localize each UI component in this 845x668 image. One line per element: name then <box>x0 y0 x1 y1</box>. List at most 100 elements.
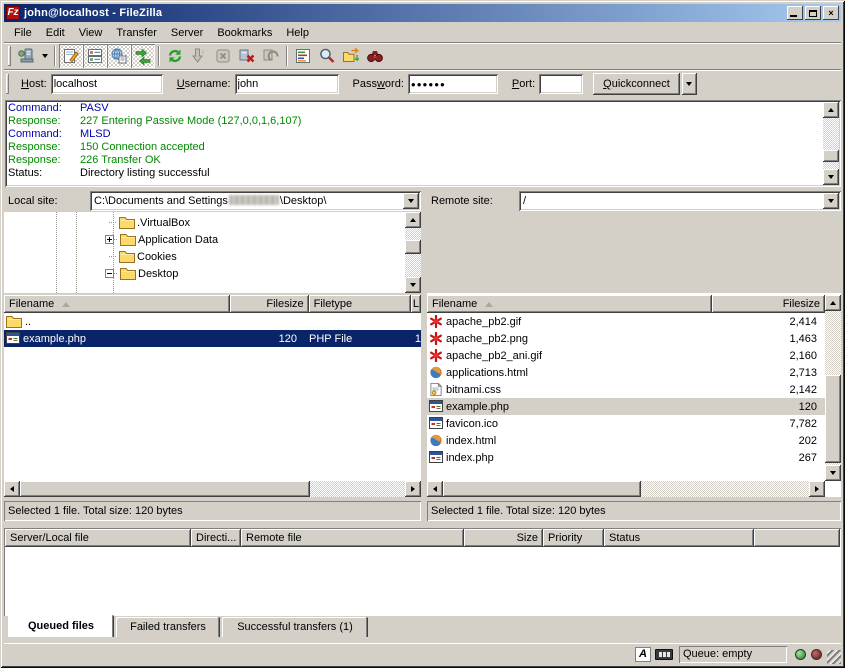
column-header-filename[interactable]: Filename <box>427 295 712 313</box>
quickconnect-dropdown-button[interactable] <box>682 73 697 95</box>
menu-help[interactable]: Help <box>279 25 316 41</box>
scroll-right-button[interactable] <box>405 481 421 497</box>
tree-item-cookies[interactable]: Cookies <box>109 248 177 265</box>
remote-site-combo[interactable]: / <box>519 191 841 211</box>
disconnect-button[interactable] <box>235 44 259 68</box>
queue-column-size[interactable]: Size <box>464 529 543 547</box>
refresh-button[interactable] <box>163 44 187 68</box>
file-row[interactable]: favicon.ico7,782 <box>427 415 825 432</box>
scroll-right-button[interactable] <box>809 481 825 497</box>
tab-failed-transfers[interactable]: Failed transfers <box>116 617 220 637</box>
queue-column-server-local[interactable]: Server/Local file <box>5 529 191 547</box>
file-row-example-php[interactable]: example.php120 <box>427 398 825 415</box>
tree-item-application-data[interactable]: Application Data <box>105 231 218 248</box>
resize-grip[interactable] <box>827 650 841 664</box>
maximize-button[interactable] <box>805 6 821 20</box>
file-row-parent-dir[interactable]: .. <box>4 313 421 330</box>
tree-item-virtualbox[interactable]: .VirtualBox <box>109 214 190 231</box>
queue-column-remote-file[interactable]: Remote file <box>241 529 464 547</box>
close-button[interactable]: × <box>823 6 839 20</box>
quickconnect-grip[interactable] <box>6 74 9 94</box>
column-header-lastmodified[interactable]: L <box>411 295 421 313</box>
synchronized-browsing-button[interactable] <box>339 44 363 68</box>
toolbar-grip[interactable] <box>8 46 11 66</box>
column-header-filesize[interactable]: Filesize <box>230 295 308 313</box>
directory-listing-filters-button[interactable] <box>291 44 315 68</box>
local-site-dropdown-button[interactable] <box>403 193 419 209</box>
local-path: C:\Documents and Settings\Desktop\ <box>94 195 326 207</box>
toggle-message-log-button[interactable] <box>59 44 83 68</box>
scrollbar-thumb[interactable] <box>823 150 839 162</box>
scroll-left-button[interactable] <box>4 481 20 497</box>
site-manager-button[interactable] <box>14 44 38 68</box>
title-bar[interactable]: Fz john@localhost - FileZilla × <box>4 4 841 22</box>
find-button[interactable] <box>363 44 387 68</box>
encryption-indicator-icon[interactable] <box>655 649 673 660</box>
queue-column-direction[interactable]: Directi... <box>191 529 241 547</box>
toolbar-separator <box>286 46 288 66</box>
binoculars-icon <box>366 47 384 65</box>
reconnect-button[interactable] <box>259 44 283 68</box>
process-queue-button[interactable] <box>187 44 211 68</box>
tree-item-desktop[interactable]: Desktop <box>105 265 178 282</box>
file-row[interactable]: apache_pb2.png1,463 <box>427 330 825 347</box>
scrollbar-thumb[interactable] <box>20 481 310 497</box>
tab-successful-transfers[interactable]: Successful transfers (1) <box>222 617 368 637</box>
menu-transfer[interactable]: Transfer <box>109 25 164 41</box>
file-search-button[interactable] <box>315 44 339 68</box>
log-scrollbar[interactable] <box>823 102 839 185</box>
toggle-remote-tree-button[interactable] <box>107 44 131 68</box>
toolbar-separator <box>158 46 160 66</box>
username-input[interactable] <box>235 74 339 94</box>
site-manager-dropdown-button[interactable] <box>38 44 51 68</box>
remote-list-vscrollbar[interactable] <box>825 295 841 481</box>
file-row[interactable]: bitnami.css2,142 <box>427 381 825 398</box>
password-input[interactable] <box>408 74 498 94</box>
file-row[interactable]: index.html202 <box>427 432 825 449</box>
port-input[interactable] <box>539 74 583 94</box>
file-row[interactable]: applications.html2,713 <box>427 364 825 381</box>
local-tree-scrollbar[interactable] <box>405 212 421 293</box>
file-row[interactable]: apache_pb2.gif2,414 <box>427 313 825 330</box>
scrollbar-thumb[interactable] <box>405 240 421 254</box>
scroll-down-button[interactable] <box>825 465 841 481</box>
file-row[interactable]: apache_pb2_ani.gif2,160 <box>427 347 825 364</box>
file-row-example-php[interactable]: example.php 120 PHP File 1 <box>4 330 421 347</box>
scroll-down-button[interactable] <box>823 169 839 185</box>
chevron-down-icon <box>686 82 692 86</box>
column-header-filesize[interactable]: Filesize <box>712 295 825 313</box>
transfer-type-indicator-icon[interactable]: A <box>635 647 651 662</box>
scrollbar-thumb[interactable] <box>825 375 841 463</box>
image-file-icon <box>429 349 443 362</box>
toggle-transfer-queue-button[interactable] <box>131 44 155 68</box>
scroll-down-button[interactable] <box>405 277 421 293</box>
scroll-up-button[interactable] <box>825 295 841 311</box>
menu-file[interactable]: File <box>7 25 39 41</box>
scroll-left-button[interactable] <box>427 481 443 497</box>
menu-edit[interactable]: Edit <box>39 25 72 41</box>
menu-view[interactable]: View <box>72 25 110 41</box>
toggle-local-tree-button[interactable] <box>83 44 107 68</box>
remote-list-hscrollbar[interactable] <box>427 481 825 497</box>
column-header-filename[interactable]: Filename <box>4 295 230 313</box>
scroll-up-button[interactable] <box>823 102 839 118</box>
remote-site-dropdown-button[interactable] <box>823 193 839 209</box>
scrollbar-thumb[interactable] <box>443 481 641 497</box>
local-site-label: Local site: <box>4 191 90 211</box>
file-row[interactable]: index.php267 <box>427 449 825 466</box>
scroll-up-button[interactable] <box>405 212 421 228</box>
queue-column-status[interactable]: Status <box>604 529 754 547</box>
menu-bookmarks[interactable]: Bookmarks <box>210 25 279 41</box>
minimize-button[interactable] <box>787 6 803 20</box>
cancel-button[interactable] <box>211 44 235 68</box>
queue-column-priority[interactable]: Priority <box>543 529 604 547</box>
collapse-minus-icon[interactable] <box>105 269 114 278</box>
tab-queued-files[interactable]: Queued files <box>8 615 114 637</box>
menu-server[interactable]: Server <box>164 25 210 41</box>
quickconnect-button[interactable]: Quickconnect <box>593 73 680 95</box>
host-input[interactable] <box>51 74 163 94</box>
local-site-combo[interactable]: C:\Documents and Settings\Desktop\ <box>90 191 421 211</box>
column-header-filetype[interactable]: Filetype <box>309 295 411 313</box>
expand-plus-icon[interactable] <box>105 235 114 244</box>
local-list-hscrollbar[interactable] <box>4 481 421 497</box>
